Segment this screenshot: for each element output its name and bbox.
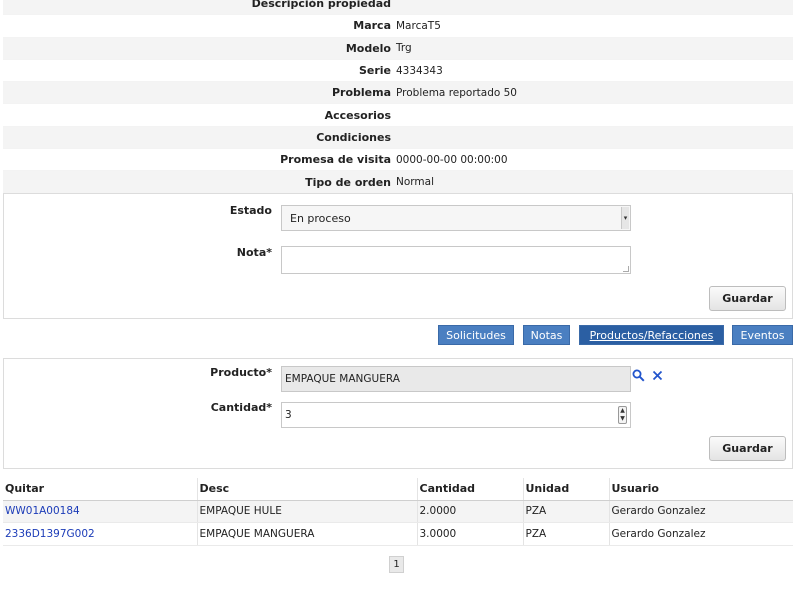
column-header-quitar: Quitar <box>3 478 198 501</box>
detail-label: Modelo <box>345 41 391 55</box>
cantidad-value: 3 <box>285 409 292 421</box>
nota-label: Nota* <box>236 246 272 259</box>
detail-row-accesorios: Accesorios <box>3 104 793 127</box>
detail-label: Descripción propiedad <box>251 0 391 11</box>
pagination-page-button[interactable]: 1 <box>389 556 404 573</box>
detail-label: Condiciones <box>316 130 391 144</box>
estado-select[interactable]: En proceso ▾ <box>281 205 631 231</box>
table-cell: EMPAQUE MANGUERA <box>197 522 418 546</box>
detail-label: Serie <box>358 64 391 78</box>
remove-product-link[interactable]: WW01A00184 <box>5 505 80 517</box>
cantidad-label: Cantidad* <box>210 401 272 414</box>
detail-row-marca: Marca MarcaT5 <box>3 15 793 38</box>
table-row: 2336D1397G002 EMPAQUE MANGUERA 3.0000 PZ… <box>3 522 793 546</box>
tab-productos-refacciones[interactable]: Productos/Refacciones <box>579 325 724 345</box>
detail-label: Problema <box>331 86 391 100</box>
table-cell: Gerardo Gonzalez <box>609 522 793 546</box>
table-cell: 2.0000 <box>417 500 524 523</box>
table-cell: PZA <box>523 522 610 546</box>
cantidad-stepper[interactable]: 3 ▲ ▼ <box>281 402 631 428</box>
detail-value: 0000-00-00 00:00:00 <box>396 153 508 166</box>
detail-row-tipo-orden: Tipo de orden Normal <box>3 171 793 194</box>
table-cell: 2336D1397G002 <box>3 522 198 546</box>
column-header-desc: Desc <box>197 478 418 501</box>
detail-row-descripcion: Descripción propiedad <box>3 0 793 16</box>
tab-notas[interactable]: Notas <box>523 325 570 345</box>
column-header-unidad: Unidad <box>523 478 610 501</box>
close-icon[interactable] <box>650 368 664 382</box>
column-header-usuario: Usuario <box>609 478 793 501</box>
detail-value: Trg <box>396 42 412 55</box>
detail-row-serie: Serie 4334343 <box>3 59 793 83</box>
column-header-cantidad: Cantidad <box>417 478 524 501</box>
detail-row-problema: Problema Problema reportado 50 <box>3 82 793 105</box>
table-cell: PZA <box>523 500 610 523</box>
table-cell: EMPAQUE HULE <box>197 500 418 523</box>
tab-solicitudes[interactable]: Solicitudes <box>438 325 514 345</box>
table-row: WW01A00184 EMPAQUE HULE 2.0000 PZA Gerar… <box>3 500 793 523</box>
status-form: Estado En proceso ▾ Nota* Guardar <box>3 193 793 319</box>
table-cell: WW01A00184 <box>3 500 198 523</box>
table-header-row: Quitar Desc Cantidad Unidad Usuario <box>3 478 793 501</box>
search-icon[interactable] <box>631 368 645 382</box>
detail-value: Problema reportado 50 <box>396 86 517 99</box>
save-product-button[interactable]: Guardar <box>709 436 786 461</box>
detail-value: MarcaT5 <box>396 19 441 32</box>
product-form: Producto* EMPAQUE MANGUERA Cantidad* 3 ▲… <box>3 358 793 469</box>
estado-selected-value: En proceso <box>290 211 351 225</box>
detail-label: Tipo de orden <box>305 175 391 189</box>
estado-label: Estado <box>229 204 272 217</box>
stepper-arrows-icon[interactable]: ▲ ▼ <box>618 406 627 424</box>
detail-label: Accesorios <box>324 108 391 122</box>
order-details: Descripción propiedad Marca MarcaT5 Mode… <box>3 0 793 194</box>
producto-label: Producto* <box>210 366 272 379</box>
chevron-down-icon: ▾ <box>621 207 629 229</box>
nota-textarea[interactable] <box>281 246 631 274</box>
detail-row-promesa: Promesa de visita 0000-00-00 00:00:00 <box>3 149 793 172</box>
producto-input[interactable]: EMPAQUE MANGUERA <box>281 366 631 392</box>
products-table: Quitar Desc Cantidad Unidad Usuario WW01… <box>3 478 793 546</box>
detail-row-modelo: Modelo Trg <box>3 37 793 60</box>
table-cell: Gerardo Gonzalez <box>609 500 793 523</box>
table-cell: 3.0000 <box>417 522 524 546</box>
remove-product-link[interactable]: 2336D1397G002 <box>5 528 95 540</box>
resize-grip-icon[interactable] <box>623 266 629 272</box>
detail-value: 4334343 <box>396 64 443 77</box>
producto-value: EMPAQUE MANGUERA <box>285 373 400 385</box>
detail-label: Marca <box>353 19 391 33</box>
tab-eventos[interactable]: Eventos <box>732 325 793 345</box>
detail-value: Normal <box>396 176 434 189</box>
save-status-button[interactable]: Guardar <box>709 286 786 311</box>
detail-row-condiciones: Condiciones <box>3 126 793 150</box>
detail-label: Promesa de visita <box>280 153 391 167</box>
